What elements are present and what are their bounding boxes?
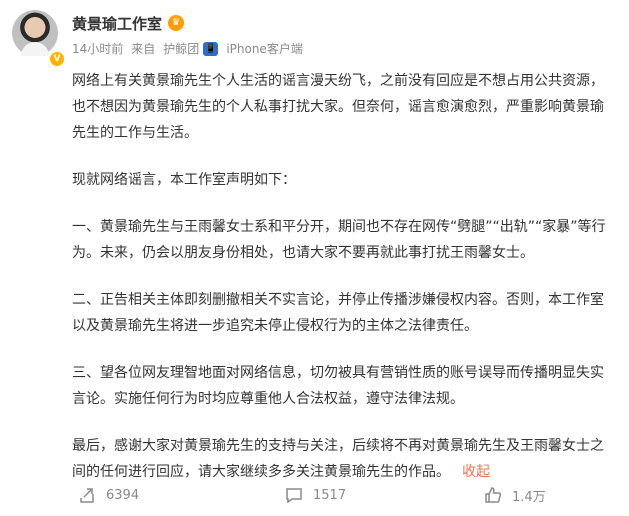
post-paragraph-last: 最后，感谢大家对黄景瑜先生的支持与关注，后续将不再对黄景瑜先生及王雨馨女士之间的… <box>72 433 617 485</box>
like-button[interactable]: 1.4万 <box>484 482 546 508</box>
post-paragraph-text: 最后，感谢大家对黄景瑜先生的支持与关注，后续将不再对黄景瑜先生及王雨馨女士之间的… <box>72 438 604 480</box>
post-time[interactable]: 14小时前 <box>72 40 123 57</box>
post-paragraph: 一、黄景瑜先生与王雨馨女士系和平分开，期间也不存在网传“劈腿”“出轨”“家暴”等… <box>72 219 606 261</box>
author-header: 黄景瑜工作室 ♛ <box>72 12 185 34</box>
repost-count: 6394 <box>106 487 140 503</box>
post-paragraph: 网络上有关黄景瑜先生个人生活的谣言漫天纷飞，之前没有回应是不想占用公共资源，也不… <box>72 73 604 141</box>
phone-icon: 📱 <box>203 41 219 56</box>
author-avatar[interactable] <box>12 10 58 56</box>
repost-button[interactable]: 6394 <box>78 482 139 508</box>
comment-count: 1517 <box>313 487 347 503</box>
post-paragraph: 现就网络谣言，本工作室声明如下： <box>72 172 296 188</box>
thumbs-up-icon <box>485 487 502 503</box>
like-count: 1.4万 <box>512 489 546 505</box>
post-paragraph: 三、望各位网友理智地面对网络信息，切勿被具有营销性质的账号误导而传播明显失实言论… <box>72 365 604 407</box>
source-prefix: 来自 <box>131 42 156 56</box>
verified-icon: V <box>48 50 66 68</box>
avatar-photo <box>21 42 49 56</box>
source-tag[interactable]: 护鲸团 <box>163 40 199 57</box>
post-paragraph: 二、正告相关主体即刻删撤相关不实言论，并停止传播涉嫌侵权内容。否则，本工作室以及… <box>72 292 604 334</box>
comment-button[interactable]: 1517 <box>285 482 346 508</box>
repost-icon <box>80 488 94 503</box>
action-bar: 6394 1517 1.4万 <box>0 482 629 508</box>
device-name[interactable]: iPhone客户端 <box>226 40 303 57</box>
post-content: 网络上有关黄景瑜先生个人生活的谣言漫天纷飞，之前没有回应是不想占用公共资源，也不… <box>72 68 617 506</box>
crown-icon: ♛ <box>168 15 185 31</box>
collapse-link[interactable]: 收起 <box>462 464 490 480</box>
comment-icon <box>286 488 302 504</box>
author-name[interactable]: 黄景瑜工作室 <box>72 13 162 34</box>
post-meta: 14小时前 来自 护鲸团 📱 iPhone客户端 <box>72 40 303 57</box>
